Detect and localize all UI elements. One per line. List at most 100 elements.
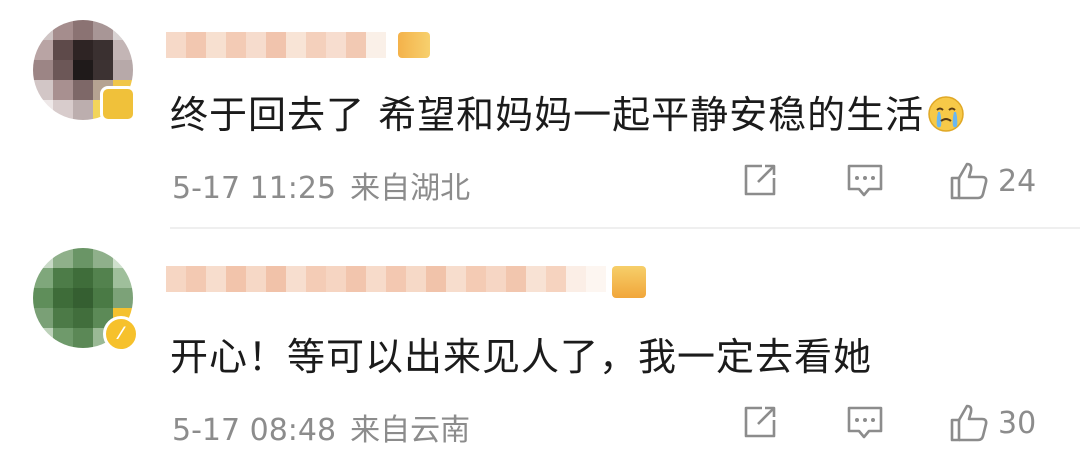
thumbs-up-icon — [950, 404, 988, 442]
avatar-pixel — [73, 100, 93, 120]
username-pixel — [506, 266, 526, 292]
reply-button[interactable] — [845, 402, 885, 442]
share-button[interactable] — [740, 402, 780, 442]
reply-button[interactable] — [845, 160, 885, 200]
avatar-pixel — [113, 268, 133, 288]
comment-timestamp: 5-17 11:25 — [172, 171, 337, 206]
username-pixel — [346, 266, 366, 292]
avatar-pixel — [93, 40, 113, 60]
comment-bubble-icon — [847, 406, 883, 439]
username-blurred[interactable] — [166, 32, 386, 58]
avatar-pixel — [53, 288, 73, 308]
comment-text: 开心！等可以出来见人了，我一定去看她 — [170, 335, 873, 379]
share-button[interactable] — [740, 160, 780, 200]
avatar-pixel — [73, 328, 93, 348]
avatar-pixel — [53, 100, 73, 120]
comment-timestamp: 5-17 08:48 — [172, 413, 337, 448]
username-pixel — [466, 266, 486, 292]
username-pixel — [306, 32, 326, 58]
comment-item: 终于回去了 希望和妈妈一起平静安稳的生活 5-17 11:25 来自湖北 24 — [0, 0, 1080, 229]
avatar-pixel — [33, 100, 53, 120]
avatar-pixel — [93, 20, 113, 40]
like-count: 24 — [998, 163, 1037, 199]
comment-text: 终于回去了 希望和妈妈一起平静安稳的生活 — [170, 84, 966, 139]
username-pixel — [366, 266, 386, 292]
comment-location: 来自湖北 — [350, 171, 471, 206]
avatar-pixel — [33, 60, 53, 80]
user-level-badge-icon — [398, 32, 430, 58]
username-pixel — [266, 32, 286, 58]
avatar-pixel — [93, 288, 113, 308]
crying-face-icon — [928, 96, 964, 132]
avatar-pixel — [33, 248, 53, 268]
avatar-pixel — [113, 20, 133, 40]
username-pixel — [206, 32, 226, 58]
verified-badge-icon: ⁄ — [103, 316, 139, 352]
username-pixel — [306, 266, 326, 292]
avatar-pixel — [113, 288, 133, 308]
username-pixel — [166, 32, 186, 58]
avatar-pixel — [53, 60, 73, 80]
username-pixel — [246, 32, 266, 58]
username-pixel — [526, 266, 546, 292]
avatar-pixel — [33, 308, 53, 328]
avatar-pixel — [33, 288, 53, 308]
username-pixel — [226, 32, 246, 58]
username-pixel — [426, 266, 446, 292]
avatar-pixel — [93, 248, 113, 268]
avatar-pixel — [33, 20, 53, 40]
avatar-pixel — [73, 308, 93, 328]
username-pixel — [366, 32, 386, 58]
avatar-pixel — [73, 60, 93, 80]
username-pixel — [566, 266, 586, 292]
avatar-pixel — [53, 40, 73, 60]
username-pixel — [406, 266, 426, 292]
avatar-pixel — [93, 60, 113, 80]
username-pixel — [186, 266, 206, 292]
username-pixel — [186, 32, 206, 58]
avatar-pixel — [73, 40, 93, 60]
avatar-pixel — [53, 328, 73, 348]
avatar-pixel — [33, 328, 53, 348]
username-pixel — [446, 266, 466, 292]
like-count: 30 — [998, 405, 1037, 441]
comment-bubble-icon — [847, 164, 883, 197]
avatar-pixel — [113, 40, 133, 60]
user-level-badge-icon — [612, 266, 646, 298]
username-pixel — [206, 266, 226, 292]
avatar-pixel — [53, 80, 73, 100]
username-pixel — [166, 266, 186, 292]
username-blurred[interactable] — [166, 266, 606, 292]
username-pixel — [486, 266, 506, 292]
comment-location: 来自云南 — [350, 413, 471, 448]
avatar-pixel — [53, 308, 73, 328]
avatar-pixel — [113, 248, 133, 268]
comment-meta: 5-17 08:48 来自云南 — [172, 405, 470, 449]
username-pixel — [326, 266, 346, 292]
avatar-pixel — [73, 80, 93, 100]
thumbs-up-icon — [950, 162, 988, 200]
username-pixel — [346, 32, 366, 58]
avatar-pixel — [53, 268, 73, 288]
avatar-pixel — [53, 20, 73, 40]
username-pixel — [246, 266, 266, 292]
avatar-pixel — [73, 288, 93, 308]
avatar-pixel — [93, 268, 113, 288]
avatar-pixel — [73, 20, 93, 40]
vip-badge-icon — [100, 86, 136, 122]
username-pixel — [386, 266, 406, 292]
username-pixel — [226, 266, 246, 292]
avatar-pixel — [33, 268, 53, 288]
avatar-pixel — [33, 40, 53, 60]
username-pixel — [286, 266, 306, 292]
avatar-pixel — [33, 80, 53, 100]
share-square-arrow-icon — [744, 164, 776, 196]
username-pixel — [546, 266, 566, 292]
username-pixel — [266, 266, 286, 292]
username-pixel — [286, 32, 306, 58]
divider — [170, 227, 1080, 229]
avatar-pixel — [113, 60, 133, 80]
like-button[interactable]: 30 — [948, 402, 1036, 444]
share-square-arrow-icon — [744, 406, 776, 438]
like-button[interactable]: 24 — [948, 160, 1036, 202]
